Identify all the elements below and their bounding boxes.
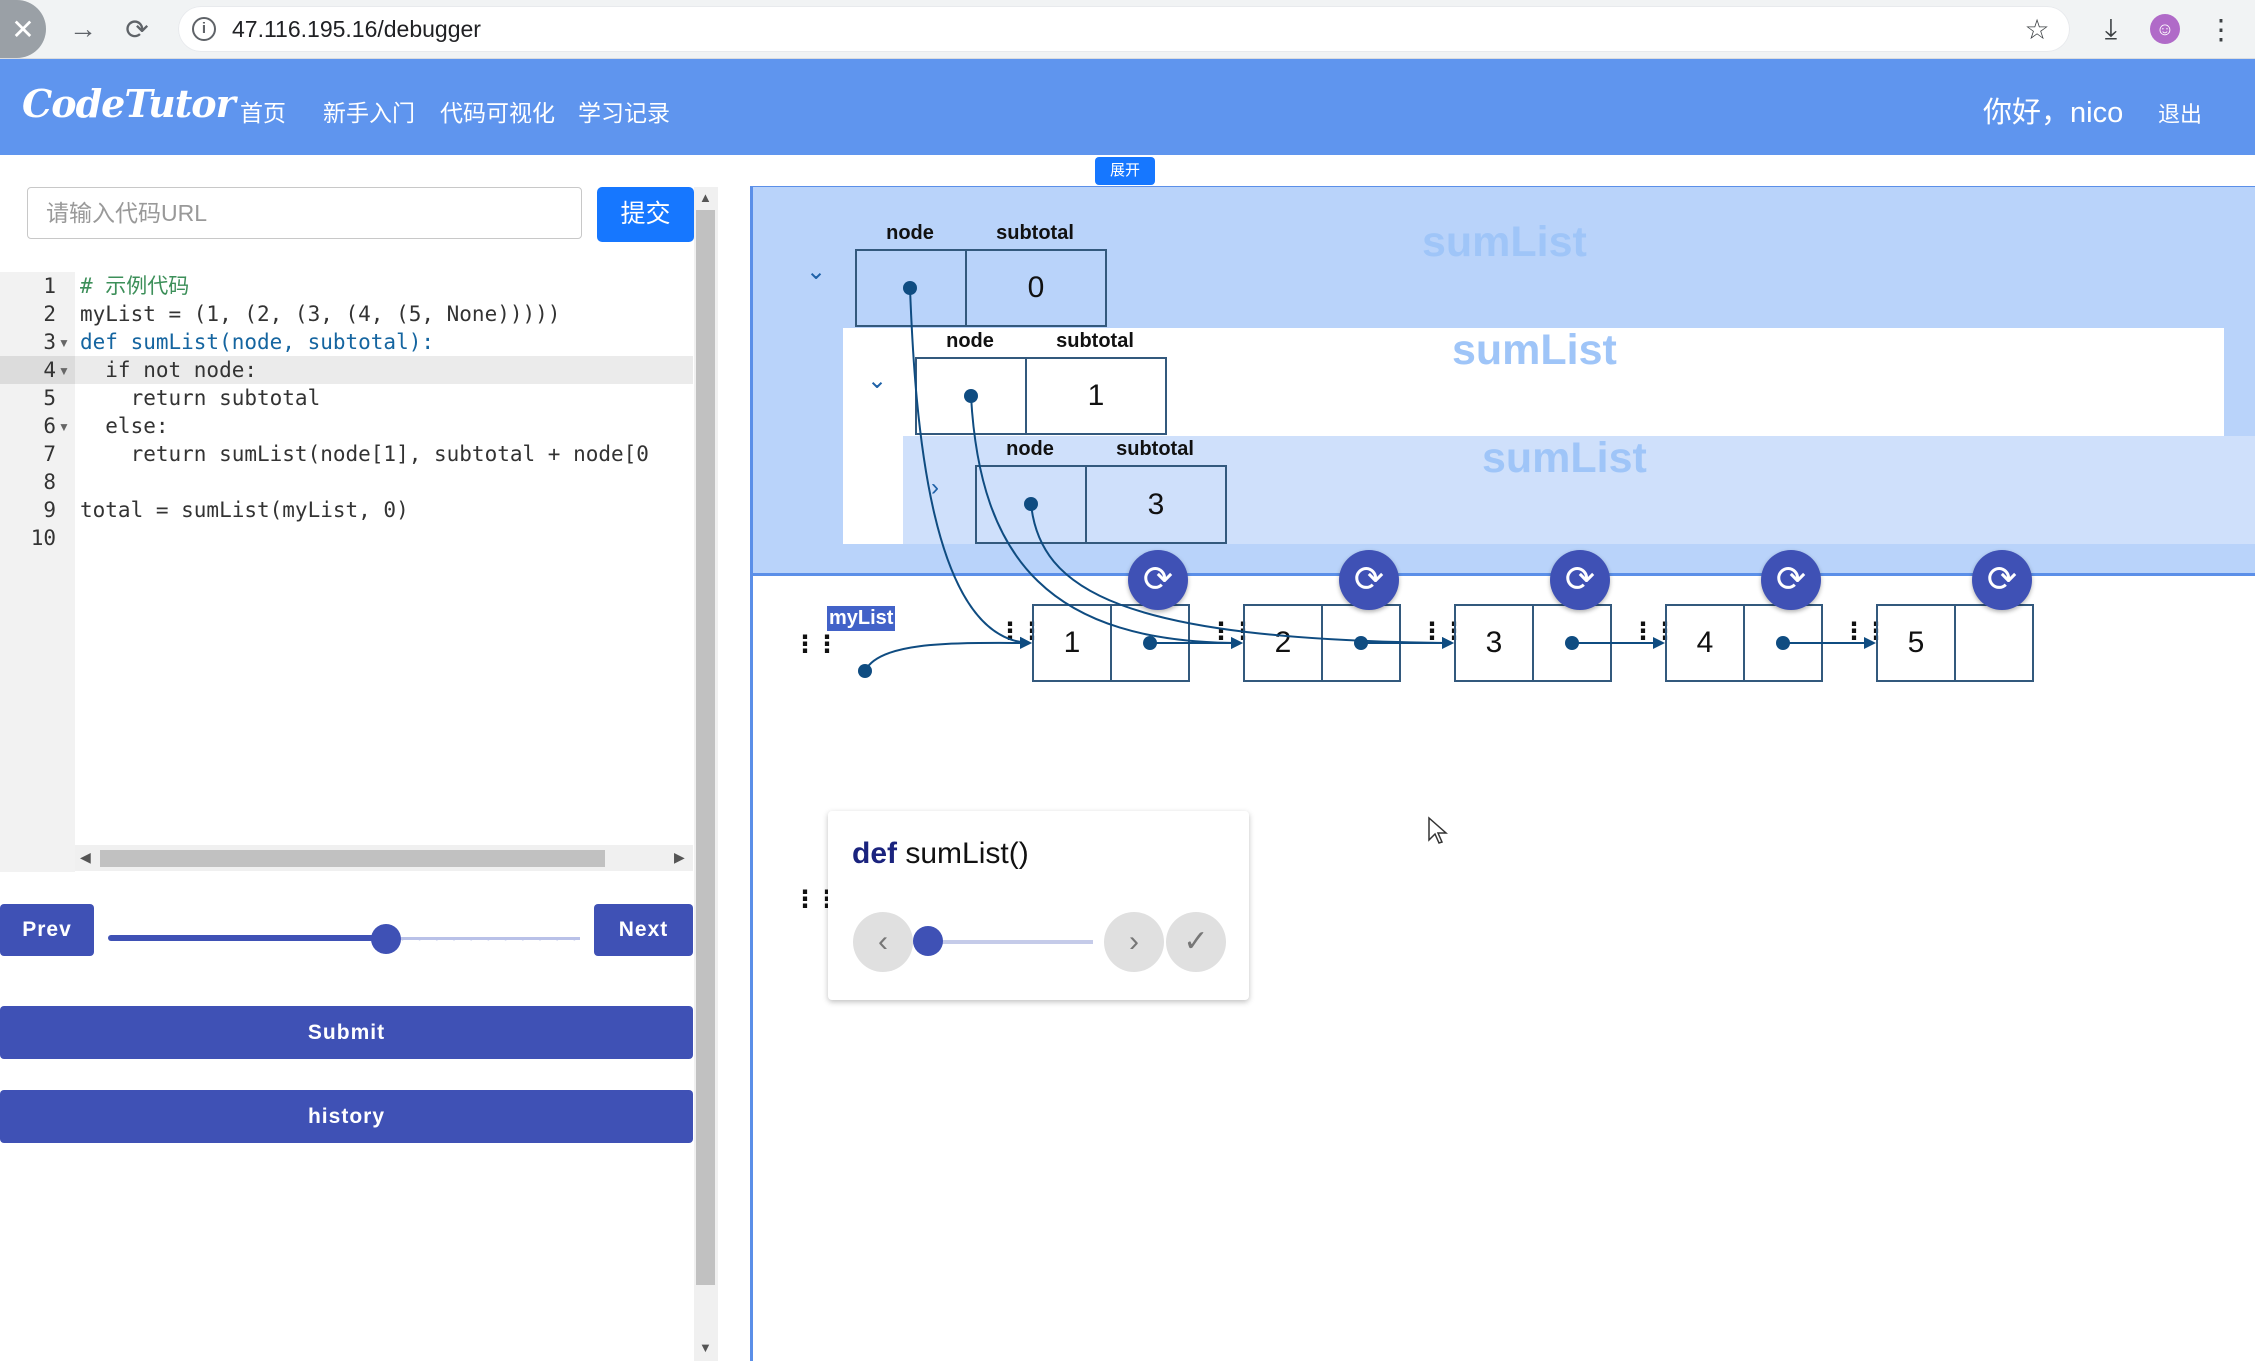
- function-title: def sumList(): [852, 837, 1029, 871]
- pointer-arrows: [864, 287, 1876, 672]
- function-card: def sumList() ‹ › ✓: [828, 811, 1249, 1000]
- pointer-arrow: [1030, 503, 1454, 649]
- function-signature: sumList(): [905, 837, 1029, 870]
- chevron-right-icon[interactable]: ›: [1104, 912, 1164, 972]
- check-icon[interactable]: ✓: [1166, 912, 1226, 972]
- function-slider-thumb[interactable]: [913, 926, 943, 956]
- pointer-arrow: [970, 395, 1243, 649]
- pointer-arrow: [909, 287, 1032, 649]
- pointer-arrow: [864, 636, 1032, 672]
- mouse-cursor-icon: [1428, 816, 1448, 844]
- def-keyword: def: [852, 837, 897, 870]
- chevron-left-icon[interactable]: ‹: [853, 912, 913, 972]
